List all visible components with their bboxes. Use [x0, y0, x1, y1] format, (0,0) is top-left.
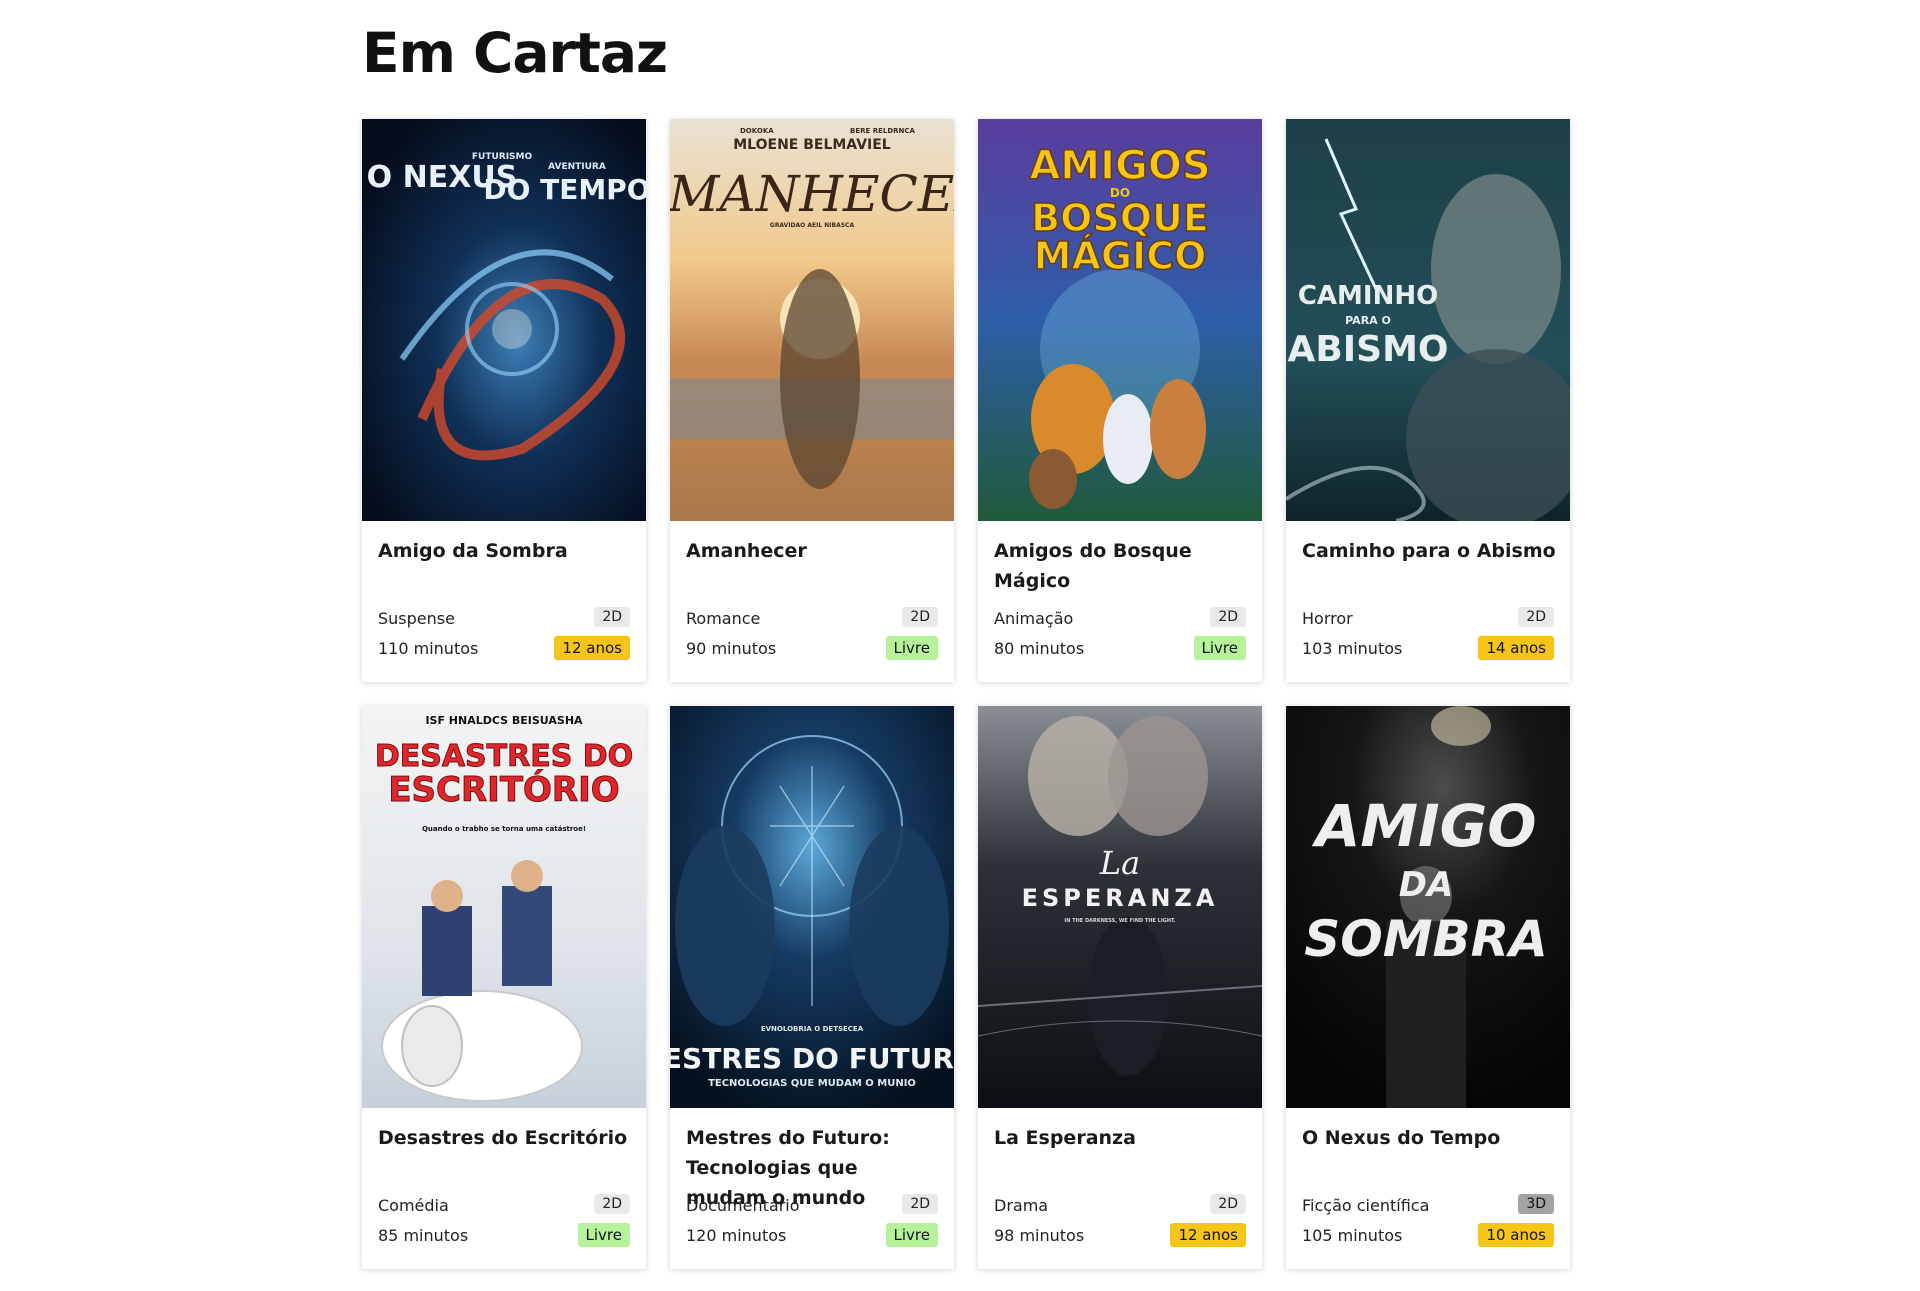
svg-text:ESCRITÓRIO: ESCRITÓRIO — [388, 769, 619, 810]
svg-text:EVNOLOBRIA O DETSECEA: EVNOLOBRIA O DETSECEA — [761, 1025, 864, 1033]
movie-card[interactable]: FUTURISMO O NEXUS AVENTIURA DO TEMPO Ami… — [362, 119, 646, 682]
movie-poster[interactable]: AMIGOS DO BOSQUE MÁGICO — [978, 119, 1262, 521]
movie-card[interactable]: La ESPERANZA IN THE DARKNESS, WE FIND TH… — [978, 706, 1262, 1269]
movie-title[interactable]: O Nexus do Tempo — [1302, 1123, 1558, 1153]
movie-info: Mestres do Futuro: Tecnologias que mudam… — [670, 1108, 954, 1269]
page-title: Em Cartaz — [362, 21, 668, 85]
movie-info: Caminho para o Abismo Horror 103 minutos… — [1286, 521, 1570, 682]
svg-text:MÁGICO: MÁGICO — [1034, 234, 1207, 278]
svg-text:AMIGOS: AMIGOS — [1029, 143, 1210, 189]
rating-badge: Livre — [885, 636, 938, 660]
format-badge: 2D — [1210, 1194, 1246, 1214]
svg-text:AVENTIURA: AVENTIURA — [548, 162, 606, 172]
movie-genre: Animação — [994, 609, 1074, 628]
movie-poster[interactable]: La ESPERANZA IN THE DARKNESS, WE FIND TH… — [978, 706, 1262, 1108]
movie-info: O Nexus do Tempo Ficção científica 105 m… — [1286, 1108, 1570, 1269]
movie-info: Amigo da Sombra Suspense 110 minutos 2D … — [362, 521, 646, 682]
movie-title[interactable]: La Esperanza — [994, 1123, 1250, 1153]
movie-genre: Drama — [994, 1196, 1049, 1215]
format-badge: 2D — [594, 1194, 630, 1214]
movie-duration: 85 minutos — [378, 1226, 469, 1245]
svg-text:ISF HNALDCS BEISUASHA: ISF HNALDCS BEISUASHA — [425, 714, 583, 727]
movie-title[interactable]: Caminho para o Abismo — [1302, 536, 1558, 566]
movie-title[interactable]: Amigos do Bosque Mágico — [994, 536, 1250, 596]
svg-text:Quando o trabho se torna uma c: Quando o trabho se torna uma catástroe! — [422, 825, 586, 833]
movie-grid: FUTURISMO O NEXUS AVENTIURA DO TEMPO Ami… — [362, 119, 1570, 1269]
movie-duration: 110 minutos — [378, 639, 479, 658]
svg-text:DESASTRES DO: DESASTRES DO — [375, 739, 633, 774]
movie-genre: Suspense — [378, 609, 455, 628]
movie-info: Amanhecer Romance 90 minutos 2D Livre — [670, 521, 954, 682]
movie-card[interactable]: CAMINHO PARA O ABISMO Caminho para o Abi… — [1286, 119, 1570, 682]
movie-info: La Esperanza Drama 98 minutos 2D 12 anos — [978, 1108, 1262, 1269]
svg-text:La: La — [1099, 844, 1140, 882]
movie-duration: 90 minutos — [686, 639, 777, 658]
svg-text:IN THE DARKNESS, WE FIND THE L: IN THE DARKNESS, WE FIND THE LIGHT. — [1064, 918, 1175, 924]
movie-title[interactable]: Desastres do Escritório — [378, 1123, 634, 1153]
svg-text:DA: DA — [1399, 865, 1454, 905]
format-badge: 2D — [902, 607, 938, 627]
movie-card[interactable]: ISF HNALDCS BEISUASHA DESASTRES DO ESCRI… — [362, 706, 646, 1269]
movie-poster[interactable]: EVNOLOBRIA O DETSECEA MESTRES DO FUTURO:… — [670, 706, 954, 1108]
movie-card[interactable]: AMIGO DA SOMBRA O Nexus do Tempo Ficção … — [1286, 706, 1570, 1269]
movie-info: Amigos do Bosque Mágico Animação 80 minu… — [978, 521, 1262, 682]
movie-title[interactable]: Amanhecer — [686, 536, 942, 566]
svg-text:MESTRES DO FUTURO:: MESTRES DO FUTURO: — [670, 1042, 954, 1075]
svg-text:ABISMO: ABISMO — [1287, 329, 1448, 370]
rating-badge: 12 anos — [1170, 1223, 1246, 1247]
movie-genre: Horror — [1302, 609, 1353, 628]
rating-badge: Livre — [577, 1223, 630, 1247]
movie-card[interactable]: DOKOKA BERE RELDRNCA MLOENE BELMAVIEL AM… — [670, 119, 954, 682]
svg-text:GRAVIDAO AEIL NIBASCA: GRAVIDAO AEIL NIBASCA — [770, 222, 855, 229]
svg-text:MLOENE BELMAVIEL: MLOENE BELMAVIEL — [733, 137, 891, 153]
svg-text:CAMINHO: CAMINHO — [1298, 281, 1438, 311]
movie-card[interactable]: AMIGOS DO BOSQUE MÁGICO Amigos do Bosque… — [978, 119, 1262, 682]
movie-poster[interactable]: DOKOKA BERE RELDRNCA MLOENE BELMAVIEL AM… — [670, 119, 954, 521]
movie-duration: 98 minutos — [994, 1226, 1085, 1245]
movie-duration: 105 minutos — [1302, 1226, 1403, 1245]
movie-genre: Ficção científica — [1302, 1196, 1430, 1215]
format-badge: 2D — [1518, 607, 1554, 627]
movie-poster[interactable]: FUTURISMO O NEXUS AVENTIURA DO TEMPO — [362, 119, 646, 521]
rating-badge: 12 anos — [554, 636, 630, 660]
svg-text:TECNOLOGIAS QUE MUDAM O MUNIO: TECNOLOGIAS QUE MUDAM O MUNIO — [708, 1078, 916, 1089]
movie-info: Desastres do Escritório Comédia 85 minut… — [362, 1108, 646, 1269]
format-badge: 2D — [1210, 607, 1246, 627]
rating-badge: 14 anos — [1478, 636, 1554, 660]
svg-text:PARA O: PARA O — [1345, 314, 1391, 327]
movie-duration: 120 minutos — [686, 1226, 787, 1245]
format-badge: 2D — [902, 1194, 938, 1214]
movie-card[interactable]: EVNOLOBRIA O DETSECEA MESTRES DO FUTURO:… — [670, 706, 954, 1269]
format-badge: 2D — [594, 607, 630, 627]
page: Em Cartaz FUTURISMO O NEXUS AVENTIURA DO… — [0, 0, 1920, 1291]
svg-text:AMIGO: AMIGO — [1311, 792, 1536, 860]
rating-badge: Livre — [1193, 636, 1246, 660]
movie-poster[interactable]: AMIGO DA SOMBRA — [1286, 706, 1570, 1108]
svg-text:DOKOKA: DOKOKA — [740, 127, 774, 135]
movie-duration: 103 minutos — [1302, 639, 1403, 658]
svg-text:SOMBRA: SOMBRA — [1304, 910, 1548, 968]
movie-genre: Documentário — [686, 1196, 800, 1215]
movie-genre: Comédia — [378, 1196, 449, 1215]
movie-poster[interactable]: ISF HNALDCS BEISUASHA DESASTRES DO ESCRI… — [362, 706, 646, 1108]
rating-badge: 10 anos — [1478, 1223, 1554, 1247]
movie-genre: Romance — [686, 609, 761, 628]
svg-text:DO TEMPO: DO TEMPO — [483, 173, 646, 206]
movie-title[interactable]: Amigo da Sombra — [378, 536, 634, 566]
movie-poster[interactable]: CAMINHO PARA O ABISMO — [1286, 119, 1570, 521]
rating-badge: Livre — [885, 1223, 938, 1247]
svg-text:AMANHECER: AMANHECER — [670, 165, 954, 223]
svg-text:BERE RELDRNCA: BERE RELDRNCA — [850, 127, 916, 135]
movie-duration: 80 minutos — [994, 639, 1085, 658]
format-badge: 3D — [1518, 1194, 1554, 1214]
svg-text:ESPERANZA: ESPERANZA — [1022, 884, 1219, 912]
